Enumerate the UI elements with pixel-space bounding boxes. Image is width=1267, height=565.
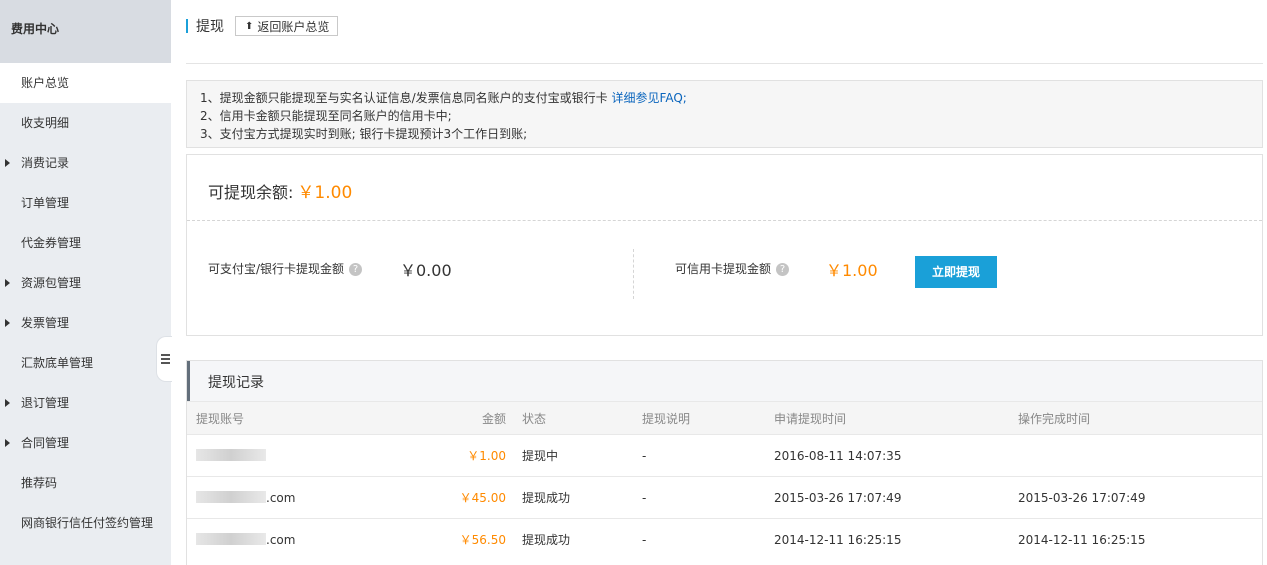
column-header-note: 提现说明 <box>634 401 774 435</box>
cell-apply-time: 2016-08-11 14:07:35 <box>774 434 1018 477</box>
alipay-bank-withdrawable: 可支付宝/银行卡提现金额? <box>208 260 363 277</box>
cell-done-time: 2015-03-26 17:07:49 <box>1018 476 1262 519</box>
cell-apply-time: 2015-03-26 17:07:49 <box>774 476 1018 519</box>
sidebar-collapse-toggle[interactable] <box>156 336 172 382</box>
withdraw-records-panel: 提现记录 提现账号 金额 状态 提现说明 申请提现时间 操作完成时间 ￥1.00… <box>186 360 1263 565</box>
column-header-apply-time: 申请提现时间 <box>774 401 1018 435</box>
cell-done-time: 2014-12-11 16:25:15 <box>1018 518 1262 561</box>
credit-card-label: 可信用卡提现金额 <box>675 262 772 276</box>
cell-amount: ￥45.00 <box>435 476 512 519</box>
account-suffix: .com <box>266 490 296 505</box>
cell-status: 提现成功 <box>512 476 634 519</box>
sidebar-item-label: 账户总览 <box>21 76 70 90</box>
help-icon[interactable]: ? <box>776 263 790 276</box>
sidebar-item-label: 网商银行信任付签约管理 <box>21 516 154 530</box>
table-header-row: 提现账号 金额 状态 提现说明 申请提现时间 操作完成时间 <box>187 401 1262 435</box>
credit-card-amount: ￥1.00 <box>826 261 878 280</box>
column-header-done-time: 操作完成时间 <box>1018 401 1262 435</box>
redacted-account <box>196 490 266 503</box>
help-icon[interactable]: ? <box>349 263 363 276</box>
back-to-overview-button[interactable]: ⬆ 返回账户总览 <box>235 16 339 36</box>
cell-amount: ￥1.00 <box>435 434 512 477</box>
sidebar-item-contracts[interactable]: 合同管理 <box>0 423 171 463</box>
faq-link[interactable]: 详细参见FAQ; <box>612 91 687 105</box>
sidebar-item-label: 退订管理 <box>21 396 70 410</box>
caret-right-icon <box>5 159 10 167</box>
sidebar-item-income-expense[interactable]: 收支明细 <box>0 103 171 143</box>
sidebar-item-label: 推荐码 <box>21 476 58 490</box>
credit-card-withdrawable: 可信用卡提现金额? <box>675 260 790 277</box>
page-header: 提现 ⬆ 返回账户总览 <box>186 16 339 36</box>
notice-line-1-text: 1、提现金额只能提现至与实名认证信息/发票信息同名账户的支付宝或银行卡 <box>200 91 608 105</box>
sidebar-item-remittance-slips[interactable]: 汇款底单管理 <box>0 343 171 383</box>
caret-right-icon <box>5 319 10 327</box>
cell-note: - <box>634 434 774 477</box>
header-divider <box>186 63 1263 64</box>
sidebar-item-label: 发票管理 <box>21 316 70 330</box>
cell-status: 提现成功 <box>512 518 634 561</box>
sidebar-item-label: 订单管理 <box>21 196 70 210</box>
title-accent-bar <box>186 19 188 33</box>
caret-right-icon <box>5 279 10 287</box>
page-title: 提现 <box>196 19 224 35</box>
menu-collapse-icon <box>161 354 170 364</box>
sidebar-item-mybank-trust-pay[interactable]: 网商银行信任付签约管理 <box>0 503 171 543</box>
account-suffix: .com <box>266 532 296 547</box>
caret-right-icon <box>5 399 10 407</box>
redacted-account <box>196 448 266 461</box>
cell-amount: ￥56.50 <box>435 518 512 561</box>
redacted-account <box>196 532 266 545</box>
table-row: .com ￥45.00 提现成功 - 2015-03-26 17:07:49 2… <box>187 476 1262 519</box>
notice-line-3: 3、支付宝方式提现实时到账; 银行卡提现预计3个工作日到账; <box>200 127 528 141</box>
back-button-label: 返回账户总览 <box>257 19 330 34</box>
withdraw-now-button[interactable]: 立即提现 <box>915 256 997 288</box>
sidebar-header: 费用中心 <box>0 0 171 63</box>
column-header-status: 状态 <box>512 401 634 435</box>
sidebar-item-orders[interactable]: 订单管理 <box>0 183 171 223</box>
available-balance-amount: ￥1.00 <box>297 183 353 203</box>
cell-done-time <box>1018 434 1262 477</box>
sidebar-item-account-overview[interactable]: 账户总览 <box>0 63 171 103</box>
cell-account: .com <box>187 476 435 519</box>
records-table: 提现账号 金额 状态 提现说明 申请提现时间 操作完成时间 ￥1.00 提现中 … <box>187 401 1262 561</box>
available-balance: 可提现余额: ￥1.00 <box>187 155 1262 221</box>
alipay-bank-amount: ￥0.00 <box>400 261 452 280</box>
records-title: 提现记录 <box>187 361 1262 401</box>
cell-apply-time: 2014-12-11 16:25:15 <box>774 518 1018 561</box>
alipay-bank-label: 可支付宝/银行卡提现金额 <box>208 262 345 276</box>
notice-line-1: 1、提现金额只能提现至与实名认证信息/发票信息同名账户的支付宝或银行卡 详细参见… <box>200 89 1262 107</box>
table-row: ￥1.00 提现中 - 2016-08-11 14:07:35 <box>187 434 1262 477</box>
column-header-account: 提现账号 <box>187 401 435 435</box>
sidebar-item-invoices[interactable]: 发票管理 <box>0 303 171 343</box>
notice-line-2: 2、信用卡金额只能提现至同名账户的信用卡中; <box>200 109 452 123</box>
available-balance-label: 可提现余额: <box>208 183 294 202</box>
sidebar-item-label: 汇款底单管理 <box>21 356 94 370</box>
sidebar-item-label: 收支明细 <box>21 116 70 130</box>
sidebar-item-label: 代金券管理 <box>21 236 82 250</box>
sidebar-item-label: 合同管理 <box>21 436 70 450</box>
cell-status: 提现中 <box>512 434 634 477</box>
sidebar-item-unsubscribe[interactable]: 退订管理 <box>0 383 171 423</box>
cell-note: - <box>634 476 774 519</box>
balance-breakdown: 可支付宝/银行卡提现金额? ￥0.00 可信用卡提现金额? ￥1.00 立即提现 <box>187 221 1262 335</box>
sidebar-item-vouchers[interactable]: 代金券管理 <box>0 223 171 263</box>
sidebar: 费用中心 账户总览 收支明细 消费记录 订单管理 代金券管理 资源包管理 发票管… <box>0 0 171 565</box>
sidebar-item-referral-code[interactable]: 推荐码 <box>0 463 171 503</box>
sidebar-item-label: 资源包管理 <box>21 276 82 290</box>
notice-box: 1、提现金额只能提现至与实名认证信息/发票信息同名账户的支付宝或银行卡 详细参见… <box>186 80 1263 148</box>
sidebar-item-consumption-records[interactable]: 消费记录 <box>0 143 171 183</box>
table-row: .com ￥56.50 提现成功 - 2014-12-11 16:25:15 2… <box>187 518 1262 561</box>
cell-account <box>187 434 435 477</box>
column-header-amount: 金额 <box>435 401 512 435</box>
arrow-up-icon: ⬆ <box>245 20 254 32</box>
cell-account: .com <box>187 518 435 561</box>
sidebar-item-label: 消费记录 <box>21 156 70 170</box>
sidebar-item-resource-packs[interactable]: 资源包管理 <box>0 263 171 303</box>
caret-right-icon <box>5 439 10 447</box>
vertical-divider <box>633 249 634 299</box>
cell-note: - <box>634 518 774 561</box>
balance-panel: 可提现余额: ￥1.00 可支付宝/银行卡提现金额? ￥0.00 可信用卡提现金额… <box>186 154 1263 336</box>
